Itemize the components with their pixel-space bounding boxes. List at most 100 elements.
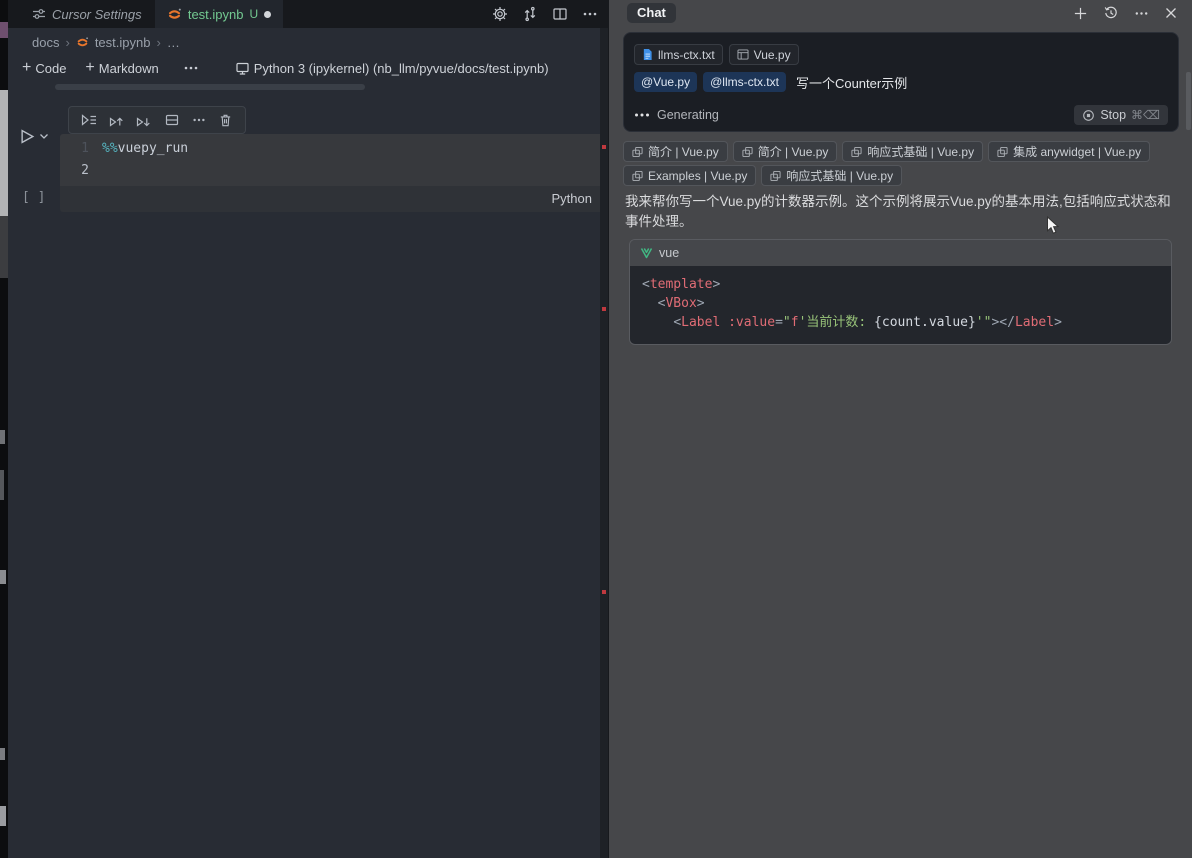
breadcrumb-more[interactable]: … (167, 35, 180, 50)
chat-panel-title[interactable]: Chat (627, 3, 676, 23)
stop-button[interactable]: Stop ⌘⌫ (1074, 105, 1168, 125)
add-code-cell-button[interactable]: + Code (22, 60, 66, 76)
chevron-right-icon: › (65, 35, 69, 50)
breadcrumb-file[interactable]: test.ipynb (95, 35, 151, 50)
more-actions-icon[interactable] (582, 6, 598, 22)
mouse-cursor (1046, 216, 1060, 235)
overview-ruler[interactable] (600, 28, 608, 858)
code-token (720, 315, 728, 330)
gear-icon[interactable] (492, 6, 508, 22)
chevron-right-icon: › (156, 35, 160, 50)
code-token: < (673, 315, 681, 330)
tab-test-ipynb[interactable]: test.ipynb U (155, 0, 283, 28)
breadcrumb: docs › test.ipynb › … (32, 33, 180, 51)
breadcrumb-folder[interactable]: docs (32, 35, 59, 50)
mention-pill[interactable]: @llms-ctx.txt (703, 72, 786, 92)
attachment-label: Vue.py (754, 48, 791, 62)
reference-label: 简介 | Vue.py (758, 143, 829, 160)
code-token: f (791, 315, 799, 330)
git-status-badge: U (249, 7, 258, 21)
add-markdown-cell-button[interactable]: + Markdown (85, 60, 158, 76)
chat-scrollbar-thumb[interactable] (1186, 72, 1191, 130)
code-token: = (775, 315, 783, 330)
execute-cell-and-below-icon[interactable] (81, 114, 97, 126)
reference-chip[interactable]: 响应式基础 | Vue.py (842, 141, 983, 162)
error-marker (602, 590, 606, 594)
delete-cell-icon[interactable] (218, 113, 233, 128)
stop-shortcut: ⌘⌫ (1131, 108, 1160, 122)
split-cell-icon[interactable] (164, 113, 180, 127)
cell-code-editor[interactable]: 1 %%vuepy_run 2 (60, 134, 605, 186)
more-actions-icon[interactable] (192, 113, 206, 127)
status-text: Generating (657, 108, 719, 122)
plus-icon: + (85, 60, 94, 76)
code-block-body[interactable]: <template> <VBox> <Label :value="f'当前计数:… (630, 266, 1171, 344)
notebook-cell[interactable]: 1 %%vuepy_run 2 Python (60, 134, 605, 212)
reference-label: 集成 anywidget | Vue.py (1013, 143, 1141, 160)
attachment-label: llms-ctx.txt (658, 48, 715, 62)
history-icon[interactable] (1103, 5, 1119, 21)
add-code-label: Code (35, 61, 66, 76)
notebook-horizontal-scrollbar[interactable] (55, 84, 365, 90)
code-token: '" (976, 315, 992, 330)
close-icon[interactable] (1164, 6, 1178, 20)
tab-cursor-settings[interactable]: Cursor Settings (32, 0, 142, 28)
kernel-label: Python 3 (ipykernel) (nb_llm/pyvue/docs/… (254, 61, 549, 76)
cell-status-bar: Python (60, 186, 605, 212)
line-number: 2 (60, 160, 102, 182)
code-token: VBox (665, 296, 696, 311)
reference-chip[interactable]: 简介 | Vue.py (733, 141, 838, 162)
run-cell-icon[interactable] (20, 129, 35, 144)
execute-above-cells-icon[interactable] (109, 114, 124, 127)
background-window-sliver (0, 0, 8, 858)
kernel-picker[interactable]: Python 3 (ipykernel) (nb_llm/pyvue/docs/… (235, 61, 549, 76)
code-token: > (1054, 315, 1062, 330)
code-block-header: vue (630, 240, 1171, 266)
code-token: template (650, 277, 713, 292)
reference-chip[interactable]: 响应式基础 | Vue.py (761, 165, 902, 186)
stop-circle-icon (1082, 109, 1095, 122)
loading-dots-icon (634, 112, 650, 118)
split-editor-icon[interactable] (552, 6, 568, 22)
tab-label: Cursor Settings (52, 7, 142, 22)
editor-group: Cursor Settings test.ipynb U (8, 0, 608, 858)
reference-chip[interactable]: 简介 | Vue.py (623, 141, 728, 162)
windows-copy-icon (997, 146, 1008, 158)
cell-language-picker[interactable]: Python (552, 191, 592, 206)
background-text-fragment (0, 430, 5, 444)
kernel-monitor-icon (235, 61, 250, 76)
chevron-down-icon[interactable] (39, 133, 49, 140)
attachment-chip[interactable]: Vue.py (729, 44, 799, 65)
user-message-card[interactable]: llms-ctx.txt Vue.py @Vue.py @llms-ctx.tx… (623, 32, 1179, 132)
editor-actions (492, 0, 598, 28)
background-text-fragment (0, 570, 6, 584)
windows-copy-icon (770, 170, 781, 182)
chat-panel: Chat llms-ct (608, 0, 1192, 858)
reference-chip[interactable]: Examples | Vue.py (623, 165, 756, 186)
mention-pill[interactable]: @Vue.py (634, 72, 697, 92)
code-token: {count.value} (874, 315, 976, 330)
background-fragment (0, 22, 8, 38)
cell-magic: %% (102, 141, 118, 156)
error-marker (602, 307, 606, 311)
windows-copy-icon (742, 146, 753, 158)
new-chat-plus-icon[interactable] (1073, 6, 1088, 21)
reference-chip[interactable]: 集成 anywidget | Vue.py (988, 141, 1150, 162)
generation-status-row: Generating Stop ⌘⌫ (634, 105, 1168, 125)
error-marker (602, 145, 606, 149)
more-actions-icon[interactable] (1134, 6, 1149, 21)
background-text-fragment (0, 470, 4, 500)
code-token: < (642, 277, 650, 292)
code-language-label: vue (659, 246, 679, 260)
add-markdown-label: Markdown (99, 61, 159, 76)
plus-icon: + (22, 60, 31, 76)
sliders-icon (32, 7, 46, 21)
code-token: > (697, 296, 705, 311)
prompt-row: @Vue.py @llms-ctx.txt 写一个Counter示例 (634, 72, 1168, 92)
compare-changes-icon[interactable] (522, 6, 538, 22)
reference-chips: 简介 | Vue.py 简介 | Vue.py 响应式基础 | Vue.py (623, 141, 1176, 186)
reference-label: Examples | Vue.py (648, 169, 747, 183)
more-actions-icon[interactable] (183, 60, 199, 76)
attachment-chip[interactable]: llms-ctx.txt (634, 44, 723, 65)
execute-cell-and-below-cells-icon[interactable] (136, 114, 151, 127)
